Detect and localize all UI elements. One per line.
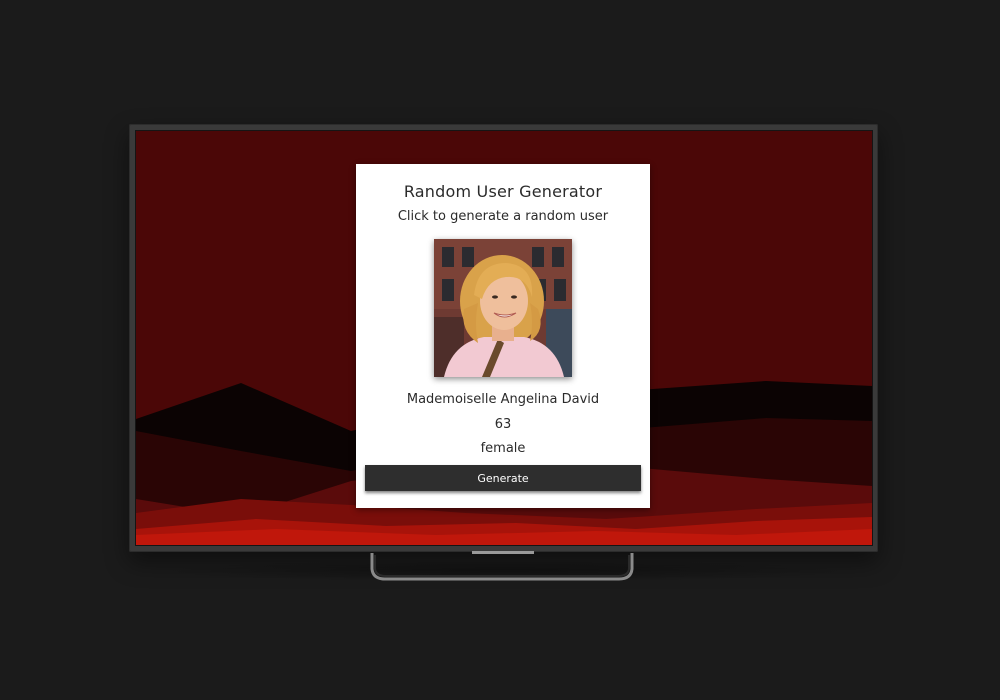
tv-stand — [370, 551, 634, 581]
user-portrait-icon — [434, 239, 572, 377]
user-avatar — [434, 239, 572, 377]
user-card: Random User Generator Click to generate … — [356, 164, 650, 508]
user-age: 63 — [494, 417, 512, 432]
card-title: Random User Generator — [403, 182, 603, 201]
page: Random User Generator Click to generate … — [0, 0, 1000, 700]
generate-button[interactable]: Generate — [365, 465, 641, 491]
user-gender: female — [480, 441, 526, 456]
card-subtitle: Click to generate a random user — [397, 209, 609, 224]
user-name: Mademoiselle Angelina David — [406, 392, 600, 407]
